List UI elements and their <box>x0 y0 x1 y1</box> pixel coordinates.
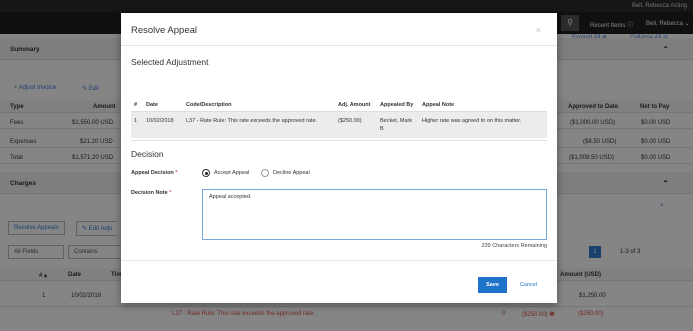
cell-code: L37 - Rate Rule: This rate exceeds the a… <box>183 111 335 138</box>
cell-adj-amount: ($250.00) <box>335 111 377 138</box>
col-code: Code/Description <box>183 79 335 112</box>
resolve-appeal-modal: Resolve Appeal × Selected Adjustment # D… <box>121 13 557 303</box>
selected-adjustment-table: # Date Code/Description Adj. Amount Appe… <box>131 79 547 138</box>
decision-note-input[interactable]: Appeal accepted. <box>202 189 547 240</box>
cell-num: 1 <box>131 111 143 138</box>
appeal-decision-label: Appeal Decision * <box>131 170 177 176</box>
characters-remaining: 239 Characters Remaining <box>481 243 547 249</box>
col-adj-amount: Adj. Amount <box>335 79 377 112</box>
col-appeal-note: Appeal Note <box>419 79 547 112</box>
cancel-button[interactable]: Cancel <box>514 277 543 293</box>
col-date: Date <box>143 79 183 112</box>
table-row: 1 10/02/2018 L37 - Rate Rule: This rate … <box>131 111 547 138</box>
modal-header: Resolve Appeal × <box>121 13 557 46</box>
close-icon[interactable]: × <box>536 25 541 35</box>
decline-appeal-label[interactable]: Decline Appeal <box>273 170 310 176</box>
required-mark: * <box>175 170 178 176</box>
cell-date: 10/02/2018 <box>143 111 183 138</box>
decision-note-label: Decision Note * <box>131 190 171 196</box>
accept-appeal-label[interactable]: Accept Appeal <box>214 170 249 176</box>
decision-title: Decision <box>131 149 164 159</box>
modal-title: Resolve Appeal <box>131 25 198 36</box>
col-appealed-by: Appealed By <box>377 79 419 112</box>
save-button[interactable]: Save <box>478 277 507 293</box>
cell-appealed-by: Becket, Mark B <box>377 111 419 138</box>
appeal-decision-label-text: Appeal Decision <box>131 170 174 176</box>
modal-footer: Save Cancel <box>121 260 557 303</box>
accept-appeal-radio[interactable] <box>202 169 210 177</box>
decline-appeal-radio[interactable] <box>261 169 269 177</box>
divider <box>131 140 547 141</box>
cell-appeal-note: Higher rate was agreed to on this matter… <box>419 111 547 138</box>
table-header-row: # Date Code/Description Adj. Amount Appe… <box>131 79 547 112</box>
required-mark: * <box>169 190 172 196</box>
selected-adjustment-title: Selected Adjustment <box>131 57 209 67</box>
decision-note-label-text: Decision Note <box>131 190 168 196</box>
col-num: # <box>131 79 143 112</box>
